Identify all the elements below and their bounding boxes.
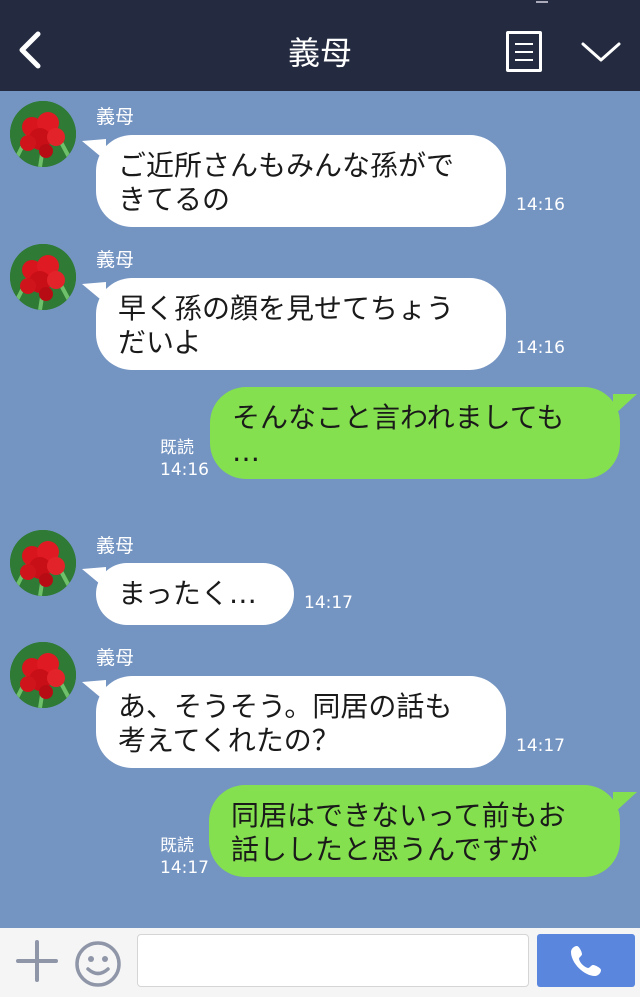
chat-area[interactable]: 義母 ご近所さんもみんな孫がで きてるの 14:16 義母 早く孫の顔を見せてち… (0, 91, 640, 928)
outgoing-message[interactable]: 同居はできないって前もお 話ししたと思うんですが (209, 785, 620, 877)
read-label: 既読 (160, 438, 194, 458)
incoming-message[interactable]: 早く孫の顔を見せてちょう だいよ (96, 278, 506, 370)
read-receipt: 既読 14:17 (160, 835, 209, 879)
bubble-tail (613, 792, 637, 814)
message-input[interactable] (137, 934, 529, 987)
chevron-down-icon[interactable] (580, 40, 622, 64)
avatar[interactable] (10, 642, 76, 708)
flower-avatar-icon (10, 530, 76, 596)
message-line: 話ししたと思うんですが (231, 833, 538, 866)
message-time: 14:16 (516, 338, 565, 358)
message-line: きてるの (118, 183, 231, 216)
sender-name: 義母 (96, 106, 135, 128)
sender-name: 義母 (96, 647, 135, 669)
message-line: ご近所さんもみんな孫がで (118, 149, 455, 182)
message-time: 14:16 (160, 460, 209, 480)
flower-avatar-icon (10, 244, 76, 310)
flower-avatar-icon (10, 101, 76, 167)
message-time: 14:16 (516, 195, 565, 215)
message-time: 14:17 (304, 593, 353, 613)
sender-name: 義母 (96, 249, 135, 271)
avatar[interactable] (10, 101, 76, 167)
call-button[interactable] (537, 934, 635, 987)
menu-icon[interactable] (506, 31, 542, 72)
chat-title: 義母 (287, 34, 352, 72)
message-line: あ、そうそう。同居の話も (118, 690, 453, 723)
avatar[interactable] (10, 244, 76, 310)
status-indicator (536, 0, 548, 3)
smiley-icon[interactable] (74, 940, 122, 988)
read-label: 既読 (160, 836, 194, 856)
plus-icon[interactable] (16, 940, 58, 982)
message-line: 考えてくれたの？ (118, 724, 340, 757)
incoming-message[interactable]: あ、そうそう。同居の話も 考えてくれたの？ (96, 676, 506, 768)
message-line: そんなこと言われましても (232, 401, 565, 434)
message-time: 14:17 (160, 858, 209, 878)
flower-avatar-icon (10, 642, 76, 708)
bubble-tail (613, 394, 637, 416)
message-line: 同居はできないって前もお (231, 799, 566, 832)
phone-icon (571, 946, 601, 976)
message-time: 14:17 (516, 736, 565, 756)
incoming-message[interactable]: ご近所さんもみんな孫がで きてるの (96, 135, 506, 227)
chat-header: 義母 (0, 0, 640, 91)
message-line: まったく… (118, 577, 257, 610)
sender-name: 義母 (96, 535, 135, 557)
read-receipt: 既読 14:16 (160, 437, 209, 481)
avatar[interactable] (10, 530, 76, 596)
message-line: だいよ (118, 326, 202, 359)
message-line: 早く孫の顔を見せてちょう (118, 292, 455, 325)
incoming-message[interactable]: まったく… (96, 563, 294, 625)
message-line: … (232, 435, 260, 468)
composer-bar (0, 928, 640, 997)
outgoing-message[interactable]: そんなこと言われましても … (210, 387, 620, 479)
